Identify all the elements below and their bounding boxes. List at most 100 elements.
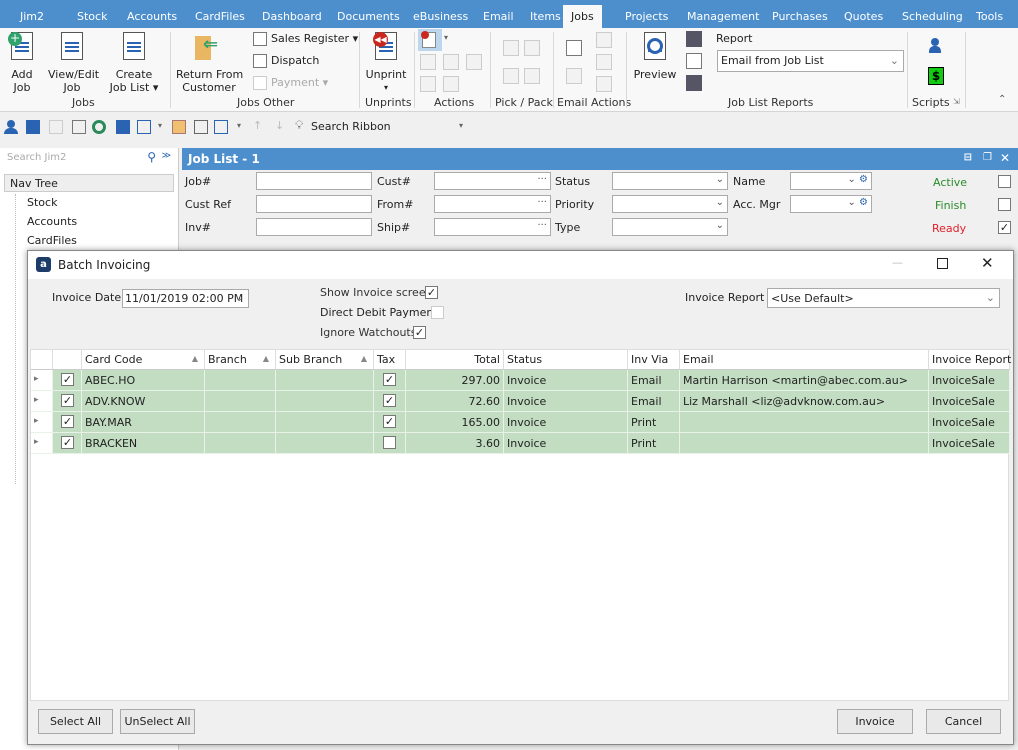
direct-debit-checkbox[interactable] [431,306,444,319]
add-job-button[interactable]: + Add Job [6,32,38,94]
arrow-up-icon[interactable]: ↑ [253,119,262,132]
tab-tools[interactable]: Tools [976,10,1003,23]
expand-icon[interactable]: ≫ [162,151,171,161]
tax-checkbox[interactable] [374,433,406,454]
print-icon[interactable] [686,31,702,47]
acc-mgr-select[interactable]: ⌄ ⚙ [790,195,872,213]
nav-item-accounts[interactable]: Accounts [27,215,77,228]
tab-dashboard[interactable]: Dashboard [262,10,322,23]
search-ribbon[interactable]: Search Ribbon [311,120,391,133]
pin-icon[interactable]: ⊟ [964,152,972,163]
ignore-watchouts-checkbox[interactable]: ✓ [413,326,426,339]
action-icon[interactable] [466,54,482,70]
tax-checkbox[interactable]: ✓ [374,412,406,433]
create-job-list-button[interactable]: Create Job List ▾ [106,32,162,94]
expand-row-icon[interactable]: ▸ [31,391,53,412]
tab-accounts[interactable]: Accounts [127,10,177,23]
name-select[interactable]: ⌄ ⚙ [790,172,872,190]
view-edit-job-button[interactable]: View/Edit Job [48,32,99,94]
calculator-icon[interactable] [116,120,130,134]
calendar-icon[interactable] [137,120,151,134]
tax-checkbox[interactable]: ✓ [374,391,406,412]
tab-stock[interactable]: Stock [77,10,107,23]
type-select[interactable]: ⌄ [612,218,728,236]
action-icon[interactable] [443,76,459,92]
window-icon[interactable] [194,120,208,134]
script-dollar-icon[interactable]: $ [928,67,944,85]
gear-icon[interactable]: ⚙ [859,174,868,185]
expand-row-icon[interactable]: ▸ [31,412,53,433]
cust-number-input[interactable]: ··· [434,172,551,190]
table-row[interactable]: ▸ ✓ BRACKEN 3.60 Invoice Print InvoiceSale [31,433,1010,454]
priority-select[interactable]: ⌄ [612,195,728,213]
email-icon[interactable] [686,53,702,69]
checkbox[interactable]: ✓ [383,394,396,407]
nav-tree-header[interactable]: Nav Tree [4,174,174,192]
user-icon[interactable] [4,120,18,134]
cust-ref-input[interactable] [256,195,372,213]
pack-icon[interactable] [524,68,540,84]
from-number-input[interactable]: ··· [434,195,551,213]
add-card-icon[interactable] [26,120,40,134]
tab-management[interactable]: Management [687,10,759,23]
preview-button[interactable]: Preview [633,32,677,81]
pack-icon[interactable] [524,40,540,56]
email-reply-icon[interactable] [596,54,612,70]
show-invoice-screen-checkbox[interactable]: ✓ [425,286,438,299]
action-icon[interactable] [443,54,459,70]
action-icon[interactable] [420,54,436,70]
table-row[interactable]: ▸ ✓ ABEC.HO ✓ 297.00 Invoice Email Martin Harri… [31,370,1010,391]
tab-ebusiness[interactable]: eBusiness [413,10,468,23]
tab-documents[interactable]: Documents [337,10,400,23]
row-select-checkbox[interactable]: ✓ [53,412,82,433]
column-header[interactable] [31,350,53,370]
column-header[interactable]: Sub Branch ▲ [276,350,374,370]
customize-toolbar-icon[interactable]: ▾ [459,121,463,130]
maximize-icon[interactable] [937,258,948,269]
row-select-checkbox[interactable]: ✓ [53,433,82,454]
close-icon[interactable]: ✕ [1000,151,1010,165]
chevron-down-icon[interactable]: ▾ [158,121,162,130]
history-icon[interactable] [92,120,106,134]
email-doc-icon[interactable] [566,68,582,84]
collapse-ribbon-icon[interactable]: ⌃ [998,94,1006,105]
script-user-icon[interactable] [928,38,944,54]
pick-icon[interactable] [503,68,519,84]
column-header[interactable]: Inv Via [628,350,680,370]
job-number-input[interactable] [256,172,372,190]
fax-icon[interactable] [686,75,702,91]
tab-scheduling[interactable]: Scheduling [902,10,963,23]
expand-row-icon[interactable]: ▸ [31,433,53,454]
email-reply-icon[interactable] [596,32,612,48]
email-forward-icon[interactable] [596,76,612,92]
column-header[interactable]: Invoice Report [929,350,1011,370]
back-icon[interactable] [49,120,63,134]
ship-number-input[interactable]: ··· [434,218,551,236]
checkbox[interactable]: ✓ [61,436,74,449]
column-header[interactable]: Email [680,350,929,370]
table-row[interactable]: ▸ ✓ ADV.KNOW ✓ 72.60 Invoice Email Liz Marshall… [31,391,1010,412]
gear-icon[interactable]: ⚙ [859,197,868,208]
report-select[interactable]: Email from Job List ⌄ [717,50,904,72]
timesheet-icon[interactable] [72,120,86,134]
dialog-launcher-icon[interactable]: ⇲ [953,97,960,106]
tab-purchases[interactable]: Purchases [772,10,828,23]
arrow-down-icon[interactable]: ↓ [275,119,284,132]
checkbox[interactable] [383,436,396,449]
column-header[interactable]: Total [406,350,504,370]
select-all-button[interactable]: Select All [38,709,113,734]
payment-button[interactable]: Payment ▾ [253,76,328,90]
column-header[interactable]: Tax [374,350,406,370]
expand-row-icon[interactable]: ▸ [31,370,53,391]
nav-item-stock[interactable]: Stock [27,196,57,209]
invoice-date-picker[interactable]: 11/01/2019 02:00 PM ⌄ [122,289,249,308]
tax-checkbox[interactable]: ✓ [374,370,406,391]
chevron-down-icon[interactable]: ▾ [444,33,448,42]
column-header[interactable]: Status [504,350,628,370]
cancel-button[interactable]: Cancel [926,709,1001,734]
active-checkbox[interactable] [998,175,1011,188]
inv-number-input[interactable] [256,218,372,236]
email-doc-icon[interactable] [566,40,582,56]
checkbox[interactable]: ✓ [61,373,74,386]
chevron-down-icon[interactable]: ▾ [237,121,241,130]
